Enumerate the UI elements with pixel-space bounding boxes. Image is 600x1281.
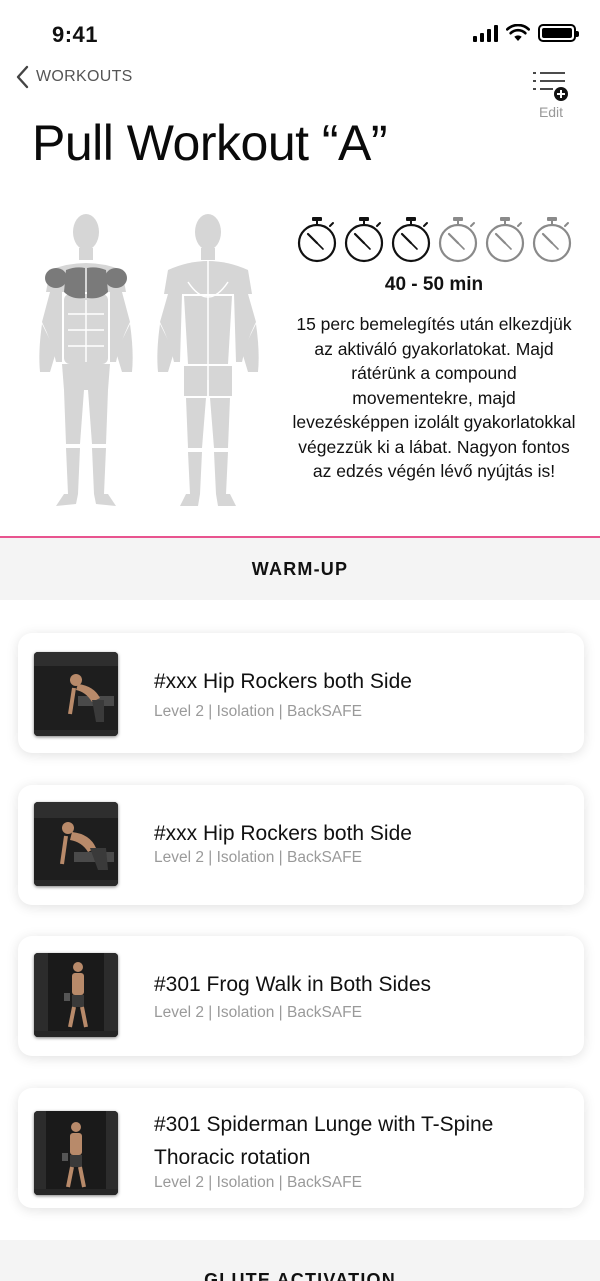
list-add-icon — [533, 72, 568, 101]
exercise-thumbnail — [34, 953, 118, 1037]
edit-label: Edit — [538, 104, 564, 120]
stopwatch-icon — [485, 217, 525, 263]
exercise-meta: Level 2 | Isolation | BackSAFE — [154, 849, 362, 866]
exercise-card[interactable]: #301 Frog Walk in Both Sides Level 2 | I… — [18, 936, 584, 1056]
status-time: 9:41 — [52, 22, 99, 47]
chevron-left-icon — [16, 65, 29, 89]
back-label: WORKOUTS — [36, 68, 133, 85]
exercise-card[interactable]: #xxx Hip Rockers both Side Level 2 | Iso… — [18, 633, 584, 753]
section-title: GLUTE ACTIVATION — [204, 1269, 396, 1281]
stopwatch-icon — [532, 217, 572, 263]
stopwatch-icon — [438, 217, 478, 263]
page-title: Pull Workout “A” — [32, 115, 388, 171]
exercise-card[interactable]: #301 Spiderman Lunge with T-Spine Thorac… — [18, 1088, 584, 1208]
exercise-title: #301 Spiderman Lunge with T-Spine Thorac… — [154, 1113, 494, 1169]
exercise-thumbnail — [34, 652, 118, 736]
stopwatch-icon — [391, 217, 431, 263]
exercise-meta: Level 2 | Isolation | BackSAFE — [154, 1174, 362, 1191]
status-icons — [473, 24, 579, 42]
status-bar: 9:41 — [0, 0, 600, 66]
section-header-glute-activation: GLUTE ACTIVATION — [0, 1240, 600, 1281]
back-button[interactable]: WORKOUTS — [14, 64, 133, 90]
exercise-thumbnail — [34, 1111, 118, 1195]
stopwatch-icon — [297, 217, 337, 263]
edit-button[interactable]: Edit — [526, 70, 576, 120]
exercise-title: #xxx Hip Rockers both Side — [154, 822, 412, 845]
battery-icon — [538, 24, 579, 42]
exercise-title: #xxx Hip Rockers both Side — [154, 670, 412, 693]
exercise-meta: Level 2 | Isolation | BackSAFE — [154, 1004, 362, 1021]
cellular-signal-icon — [473, 24, 498, 42]
muscle-map — [39, 214, 259, 506]
section-header-warm-up: WARM-UP — [0, 538, 600, 600]
duration-label: 40 - 50 min — [384, 274, 484, 295]
difficulty-timers — [296, 216, 573, 264]
exercise-title: #301 Frog Walk in Both Sides — [154, 973, 432, 996]
exercise-meta: Level 2 | Isolation | BackSAFE — [154, 703, 362, 720]
exercise-thumbnail — [34, 802, 118, 886]
stopwatch-icon — [344, 217, 384, 263]
section-title: WARM-UP — [251, 558, 349, 579]
exercise-card[interactable]: #xxx Hip Rockers both Side Level 2 | Iso… — [18, 785, 584, 905]
wifi-icon — [506, 24, 530, 41]
workout-description: 15 perc bemelegítés után elkezdjük az ak… — [292, 314, 576, 481]
